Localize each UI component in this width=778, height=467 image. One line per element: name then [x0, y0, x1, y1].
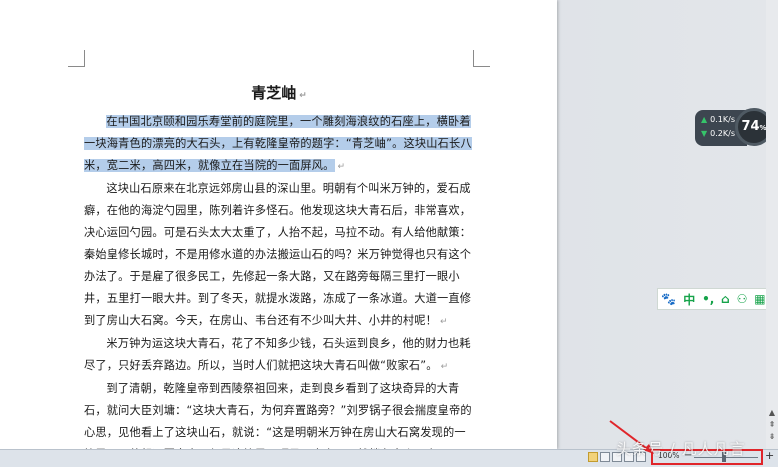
vertical-scrollbar[interactable]: ▲ ⇞ ⇟ [766, 0, 778, 449]
watermark-text: 头条号 / 凡人凡言 [616, 440, 746, 458]
lang-chinese-button[interactable]: 中 [683, 291, 695, 308]
selected-text: 在中国北京颐和园乐寿堂前的庭院里，一个雕刻海浪纹的石座上，横卧着一块海青色的漂亮… [84, 115, 472, 172]
document-workspace: 青芝岫 ↵ 在中国北京颐和园乐寿堂前的庭院里，一个雕刻海浪纹的石座上，横卧着一块海… [0, 0, 778, 449]
page-margin-corner-right [473, 50, 490, 67]
user-icon[interactable]: ⚇ [737, 292, 748, 306]
scroll-up-icon[interactable]: ▲ [766, 408, 778, 418]
punctuation-icon[interactable]: •, [702, 292, 714, 306]
toolbox-icon[interactable]: ⌂ [721, 292, 730, 306]
grid-icon[interactable]: ▦ [754, 292, 765, 306]
document-title[interactable]: 青芝岫 ↵ [84, 82, 474, 103]
paragraph-mark: ↵ [440, 317, 448, 327]
paw-icon[interactable]: 🐾 [661, 292, 676, 306]
document-page[interactable]: 青芝岫 ↵ 在中国北京颐和园乐寿堂前的庭院里，一个雕刻海浪纹的石座上，横卧着一块海… [0, 0, 557, 449]
download-speed: ▼ 0.2K/s [701, 129, 735, 138]
upload-arrow-icon: ▲ [701, 115, 708, 124]
page-margin-corner-left [68, 50, 85, 67]
ime-toolbar[interactable]: 🐾 中 •, ⌂ ⚇ ▦ [657, 288, 770, 310]
paragraph-mark: ↵ [337, 162, 346, 172]
paragraph-1[interactable]: 在中国北京颐和园乐寿堂前的庭院里，一个雕刻海浪纹的石座上，横卧着一块海青色的漂亮… [84, 111, 474, 178]
page-down-icon[interactable]: ⇟ [766, 432, 778, 442]
paragraph-mark: ↵ [299, 91, 307, 101]
print-layout-view-button[interactable] [588, 452, 598, 462]
paragraph-2[interactable]: 这块山石原来在北京远郊房山县的深山里。明朝有个叫米万钟的，爱石成癖，在他的海淀勺… [84, 178, 474, 333]
zoom-in-button[interactable]: + [765, 449, 774, 462]
paragraph-3[interactable]: 米万钟为运这块大青石，花了不知多少钱，石头运到良乡，他的财力也耗尽了，只好丢弃路… [84, 333, 474, 378]
document-body[interactable]: 青芝岫 ↵ 在中国北京颐和园乐寿堂前的庭院里，一个雕刻海浪纹的石座上，横卧着一块海… [84, 82, 474, 449]
page-up-icon[interactable]: ⇞ [766, 420, 778, 430]
upload-speed: ▲ 0.1K/s [701, 115, 735, 124]
download-arrow-icon: ▼ [701, 129, 708, 138]
paragraph-mark: ↵ [440, 362, 449, 372]
paragraph-4[interactable]: 到了清朝，乾隆皇帝到西陵祭祖回来，走到良乡看到了这块奇异的大青石，就问大臣刘墉：… [84, 378, 474, 449]
